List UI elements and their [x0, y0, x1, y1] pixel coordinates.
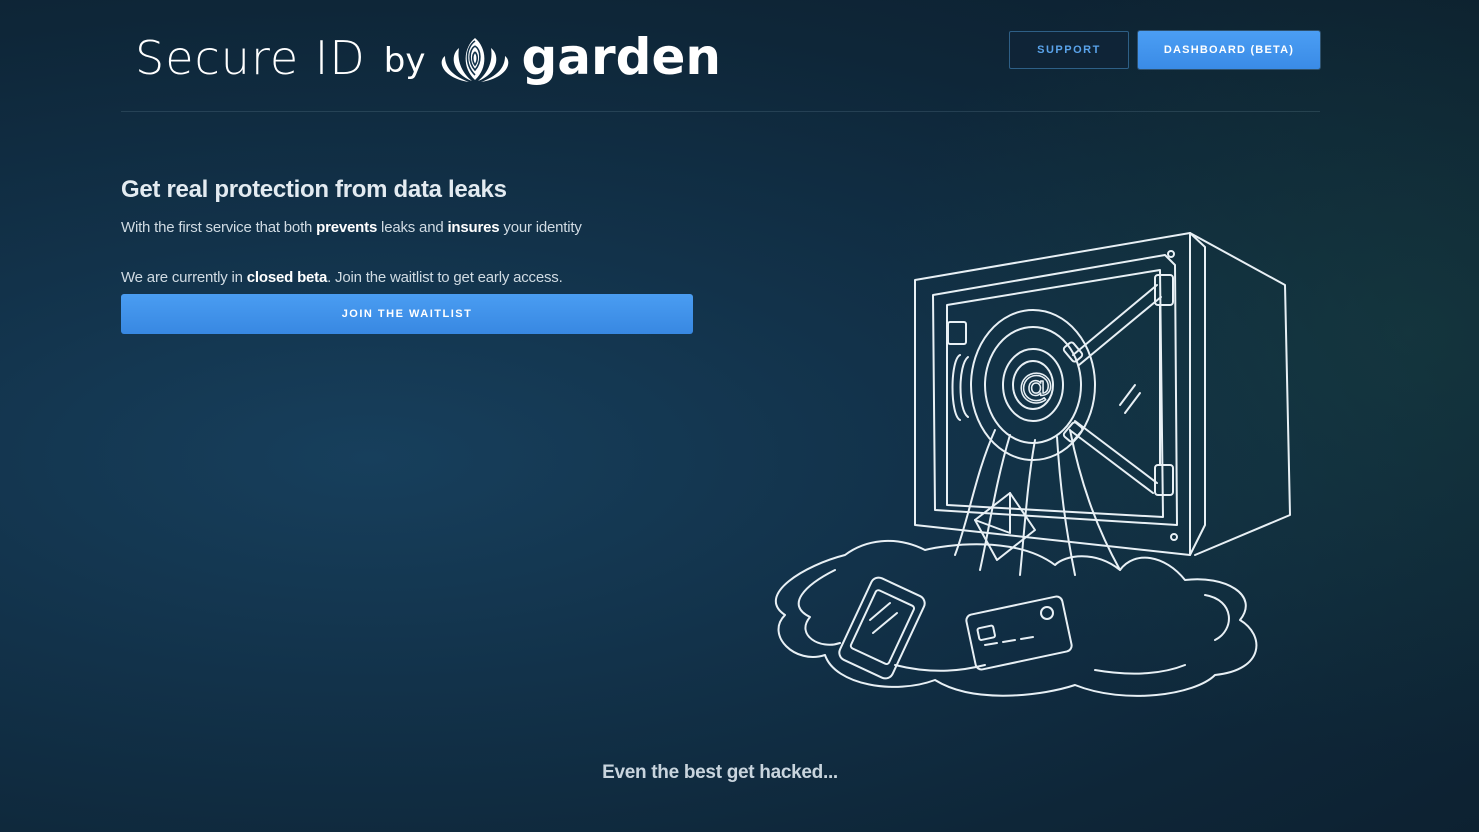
dashboard-beta-button[interactable]: DASHBOARD (BETA) [1138, 31, 1320, 69]
beta-notice-bold: closed beta [246, 269, 328, 286]
logo-brand-text: Secure ID [135, 31, 366, 85]
safe-at-symbol: @ [1019, 366, 1053, 406]
hero-subtitle-part: leaks and [377, 219, 448, 236]
beta-notice: We are currently in closed beta. Join th… [121, 269, 563, 286]
hero-subtitle-bold: prevents [316, 219, 378, 236]
hero-subtitle-part: your identity [499, 219, 582, 236]
site-header: Secure ID by garden SUPPORT DASHBOARD (B… [121, 0, 1320, 112]
logo-by-text: by [383, 41, 426, 81]
lotus-fingerprint-icon [442, 38, 509, 82]
support-button[interactable]: SUPPORT [1009, 31, 1129, 69]
logo-company-text: garden [521, 28, 721, 86]
beta-notice-part: . Join the waitlist to get early access. [327, 269, 563, 286]
hero-subtitle-bold: insures [447, 219, 500, 236]
site-logo[interactable]: Secure ID by garden [135, 26, 721, 86]
hero-title: Get real protection from data leaks [121, 176, 507, 203]
hero-subtitle-part: With the first service that both [121, 219, 317, 236]
beta-notice-part: We are currently in [121, 269, 247, 286]
hero-subtitle: With the first service that both prevent… [121, 219, 582, 236]
leaking-safe-illustration: @ [775, 232, 1291, 697]
join-waitlist-button[interactable]: JOIN THE WAITLIST [121, 294, 693, 334]
tagline: Even the best get hacked... [602, 762, 838, 783]
